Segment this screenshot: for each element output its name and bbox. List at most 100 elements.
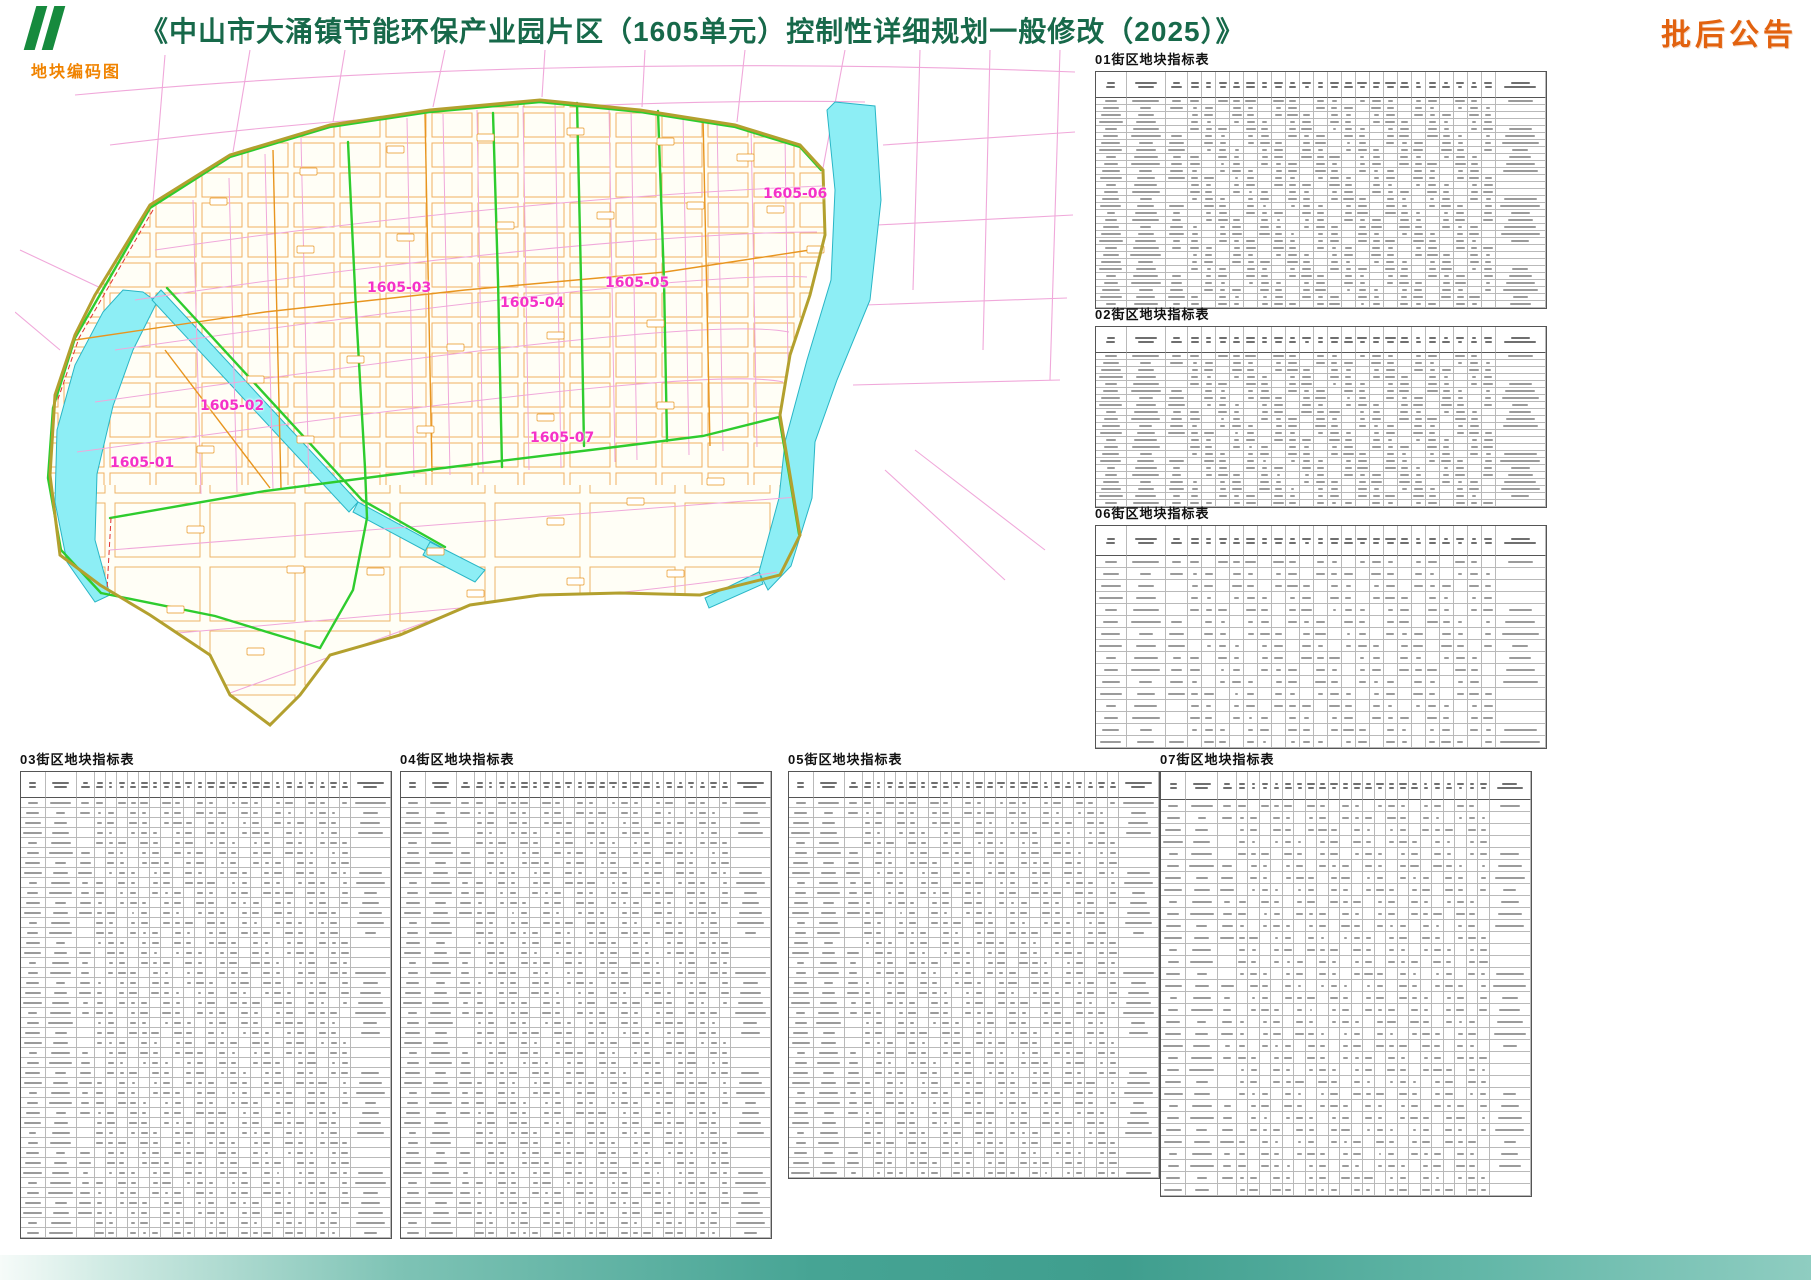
- table-cell: [306, 1128, 317, 1138]
- table-cell: [1468, 203, 1482, 210]
- table-cell: [239, 858, 250, 868]
- table-cell: [1314, 700, 1328, 712]
- table-cell: [95, 1028, 106, 1038]
- table-cell: [597, 968, 608, 978]
- table-cell: [709, 948, 720, 958]
- table-header-cell: [1342, 327, 1356, 353]
- table-cell: [1272, 664, 1286, 676]
- table-cell: [686, 978, 697, 988]
- table-cell: [896, 908, 907, 918]
- table-cell: [508, 958, 519, 968]
- table-cell: [184, 818, 195, 828]
- table-cell: [1342, 154, 1356, 161]
- table-cell: [317, 808, 328, 818]
- table-cell: [731, 878, 771, 888]
- table-cell: [664, 988, 675, 998]
- table-cell: [295, 1188, 306, 1198]
- table-cell: [21, 1048, 46, 1058]
- table-cell: [631, 1118, 642, 1128]
- table-cell: [653, 1218, 664, 1228]
- table-header-cell: [173, 772, 184, 798]
- table-cell: [675, 1168, 686, 1178]
- table-cell: [262, 1198, 273, 1208]
- table-cell: [1258, 280, 1272, 287]
- table-cell: [128, 838, 139, 848]
- table-cell: [664, 1128, 675, 1138]
- table-cell: [686, 1168, 697, 1178]
- table-cell: [1097, 908, 1108, 918]
- table-cell: [885, 898, 896, 908]
- table-cell: [1328, 161, 1342, 168]
- table-cell: [161, 938, 172, 948]
- table-cell: [720, 1228, 731, 1238]
- table-cell: [508, 1018, 519, 1028]
- table-cell: [664, 1008, 675, 1018]
- table-cell: [1286, 140, 1300, 147]
- table-cell: [697, 988, 708, 998]
- table-cell: [541, 818, 552, 828]
- table-cell: [1119, 888, 1159, 898]
- table-cell: [1188, 266, 1202, 273]
- table-header-cell: [1426, 327, 1440, 353]
- table-header-cell: [564, 772, 575, 798]
- table-cell: [1096, 147, 1127, 154]
- table-cell: [1216, 210, 1230, 217]
- table-cell: [608, 978, 619, 988]
- table-cell: [251, 908, 262, 918]
- table-cell: [1412, 126, 1426, 133]
- table-cell: [1328, 168, 1342, 175]
- table-cell: [653, 958, 664, 968]
- table-cell: [1166, 712, 1188, 724]
- table-cell: [1384, 388, 1398, 395]
- table-cell: [1314, 472, 1328, 479]
- table-cell: [575, 868, 586, 878]
- table-cell: [206, 1148, 217, 1158]
- table-cell: [686, 838, 697, 848]
- table-cell: [1085, 938, 1096, 948]
- table-cell: [128, 1078, 139, 1088]
- table-cell: [709, 1078, 720, 1088]
- table-cell: [1370, 493, 1384, 500]
- table-cell: [1127, 416, 1166, 423]
- table-cell: [519, 938, 530, 948]
- table-cell: [426, 968, 457, 978]
- table-cell: [896, 1018, 907, 1028]
- table-header-cell: [1188, 327, 1202, 353]
- table-cell: [295, 948, 306, 958]
- table-cell: [1108, 898, 1119, 908]
- table-cell: [1314, 105, 1328, 112]
- table-cell: [1468, 147, 1482, 154]
- table-cell: [631, 1188, 642, 1198]
- table-cell: [317, 1138, 328, 1148]
- table-cell: [619, 808, 630, 818]
- table-cell: [1482, 161, 1496, 168]
- table-cell: [929, 878, 940, 888]
- table-cell: [195, 1138, 206, 1148]
- table-cell: [1300, 133, 1314, 140]
- table-cell: [1019, 818, 1030, 828]
- table-cell: [1041, 948, 1052, 958]
- table-cell: [1300, 353, 1314, 360]
- table-cell: [530, 908, 541, 918]
- table-cell: [731, 948, 771, 958]
- table-cell: [1398, 568, 1412, 580]
- table-cell: [195, 1038, 206, 1048]
- table-cell: [941, 1018, 952, 1028]
- table-cell: [139, 1188, 150, 1198]
- table-cell: [1440, 402, 1454, 409]
- table-cell: [228, 908, 239, 918]
- table-cell: [720, 1048, 731, 1058]
- table-cell: [686, 858, 697, 868]
- table-cell: [273, 848, 284, 858]
- table-cell: [206, 1038, 217, 1048]
- table-cell: [1019, 968, 1030, 978]
- table-cell: [1496, 479, 1546, 486]
- table-cell: [653, 1178, 664, 1188]
- table-cell: [1370, 133, 1384, 140]
- table-cell: [1188, 196, 1202, 203]
- table-cell: [184, 898, 195, 908]
- table-cell: [519, 988, 530, 998]
- table-cell: [1398, 189, 1412, 196]
- table-cell: [1384, 592, 1398, 604]
- table-cell: [686, 798, 697, 808]
